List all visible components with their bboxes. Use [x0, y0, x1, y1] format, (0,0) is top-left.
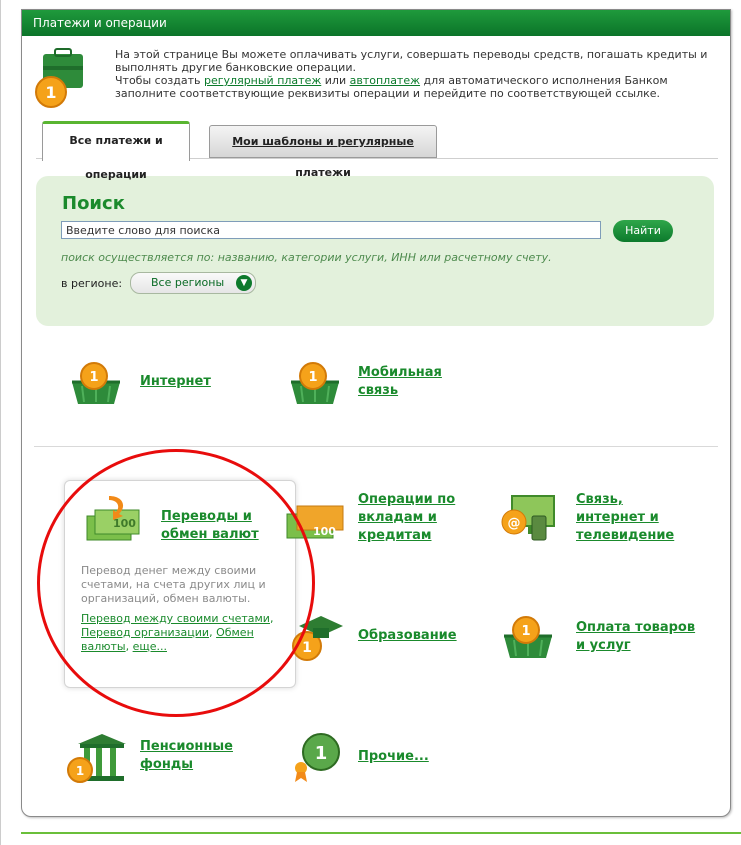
currency-exchange-icon: 100: [86, 496, 140, 541]
page-left-border: [0, 0, 1, 845]
category-other-label: Прочие...: [358, 749, 429, 764]
pension-building-icon: 1: [67, 734, 126, 783]
category-internet[interactable]: Интернет: [140, 373, 211, 391]
svg-text:1: 1: [521, 624, 530, 639]
svg-text:1: 1: [308, 370, 317, 385]
svg-text:1: 1: [302, 640, 312, 656]
category-deposits-credits[interactable]: Операции по вкладам и кредитам: [358, 491, 455, 545]
category-transfers-label-1: Переводы и: [161, 509, 252, 524]
svg-text:@: @: [508, 516, 521, 531]
transfers-card: 100 Переводы и обмен валют Перевод денег…: [64, 480, 296, 688]
category-transfers-label-2: обмен валют: [161, 527, 259, 542]
svg-text:1: 1: [89, 370, 98, 385]
category-communication-label-1: Связь,: [576, 492, 623, 507]
coin-medal-icon: 1: [295, 733, 340, 782]
shopping-basket-coin-icon: 1: [291, 362, 339, 404]
tab-all-payments[interactable]: Все платежи и операции: [42, 121, 190, 181]
search-hint: поиск осуществляется по: названию, катег…: [61, 251, 552, 264]
category-other[interactable]: Прочие...: [358, 748, 429, 766]
intro-line-1: На этой странице Вы можете оплачивать ус…: [115, 48, 708, 74]
panel-title: Платежи и операции: [22, 10, 730, 36]
category-pension-funds[interactable]: Пенсионные фонды: [140, 738, 233, 774]
transfers-links: Перевод между своими счетами, Перевод ор…: [81, 612, 274, 653]
category-pension-label-2: фонды: [140, 757, 194, 772]
svg-text:100: 100: [113, 517, 136, 530]
category-goods-label-2: и услуг: [576, 638, 631, 653]
category-internet-label: Интернет: [140, 374, 211, 389]
category-deposits-label-3: кредитам: [358, 528, 432, 543]
regular-payment-link[interactable]: регулярный платеж: [204, 74, 321, 87]
search-button[interactable]: Найти: [613, 220, 673, 242]
search-title: Поиск: [62, 193, 125, 214]
svg-text:100: 100: [313, 525, 336, 538]
graduation-cap-coin-icon: 1: [292, 616, 343, 661]
category-education[interactable]: Образование: [358, 627, 457, 645]
section-divider: [34, 446, 718, 447]
category-goods-label-1: Оплата товаров: [576, 620, 696, 635]
category-mobile[interactable]: Мобильная связь: [358, 364, 442, 400]
payments-panel: Платежи и операции 1 На этой странице Вы…: [21, 9, 731, 817]
category-deposits-label-1: Операции по: [358, 492, 456, 507]
link-transfer-own-accounts[interactable]: Перевод между своими счетами: [81, 612, 270, 625]
banknotes-icon: 100: [286, 505, 344, 539]
footer-line: [21, 832, 741, 834]
category-pension-label-1: Пенсионные: [140, 739, 233, 754]
category-mobile-label-1: Мобильная: [358, 365, 442, 380]
category-goods-services[interactable]: Оплата товаров и услуг: [576, 619, 695, 655]
intro-line-2: Чтобы создать регулярный платеж или авто…: [115, 74, 715, 100]
category-mobile-label-2: связь: [358, 383, 399, 398]
autopayment-link[interactable]: автоплатеж: [350, 74, 420, 87]
intro-text: На этой странице Вы можете оплачивать ус…: [115, 48, 715, 100]
phone-monitor-icon: @: [501, 495, 555, 541]
category-transfers[interactable]: Переводы и обмен валют: [161, 508, 259, 544]
briefcase-coin-icon: 1: [35, 48, 83, 108]
category-communication[interactable]: Связь, интернет и телевидение: [576, 491, 674, 545]
tab-my-templates[interactable]: Мои шаблоны и регулярные платежи: [209, 125, 437, 179]
chevron-down-icon: ▼: [236, 275, 252, 291]
svg-text:1: 1: [76, 764, 84, 778]
region-value: Все регионы: [151, 276, 225, 289]
intro-prefix: Чтобы создать: [115, 74, 201, 87]
category-communication-label-2: интернет и: [576, 510, 659, 525]
category-education-label: Образование: [358, 628, 457, 643]
svg-text:1: 1: [315, 743, 328, 764]
transfers-description: Перевод денег между своими счетами, на с…: [81, 564, 266, 605]
region-select[interactable]: Все регионы ▼: [130, 272, 256, 294]
shopping-basket-coin-icon: 1: [72, 362, 120, 404]
category-deposits-label-2: вкладам и: [358, 510, 437, 525]
search-section: Поиск Найти поиск осуществляется по: наз…: [36, 176, 714, 326]
search-input[interactable]: [61, 221, 601, 239]
intro-or: или: [324, 74, 347, 87]
link-transfer-organization[interactable]: Перевод организации: [81, 626, 209, 639]
shopping-basket-coin-icon: 1: [504, 616, 552, 658]
svg-text:1: 1: [45, 83, 56, 102]
link-more[interactable]: еще...: [133, 640, 167, 653]
region-label: в регионе:: [61, 277, 123, 290]
category-communication-label-3: телевидение: [576, 528, 675, 543]
